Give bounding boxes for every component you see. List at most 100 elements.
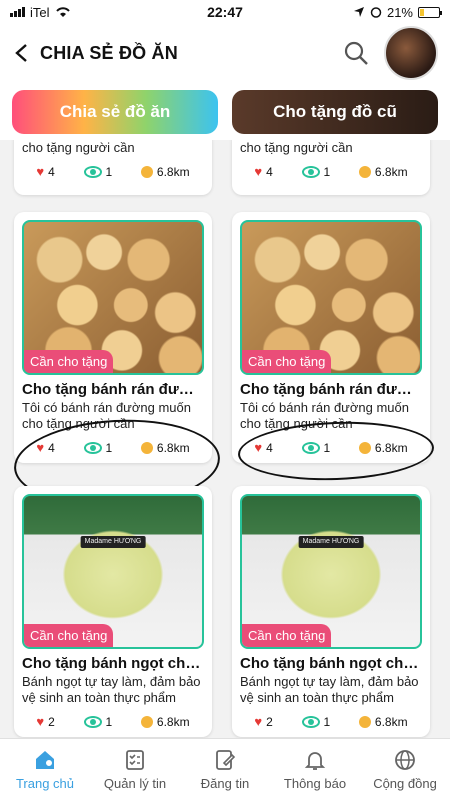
post-card[interactable]: Cần cho tặng Cho tặng bánh rán đường Tôi…: [14, 212, 212, 463]
post-card[interactable]: Cần cho tặng Cho tặng bánh rán đường Tôi…: [232, 212, 430, 463]
views-count: 1: [105, 440, 113, 455]
likes-stat: ♥ 4: [254, 164, 272, 179]
likes-stat[interactable]: ♥ 2: [254, 714, 272, 729]
nav-quan-ly-tin[interactable]: Quản lý tin: [90, 739, 180, 800]
post-feed[interactable]: cho tặng người cần ♥ 4 1 6.8km cho tặng n…: [0, 140, 450, 738]
distance-value: 6.8km: [156, 714, 190, 729]
views-stat: 1: [83, 440, 113, 455]
card-stats: ♥ 2 1 6.8km: [22, 714, 204, 729]
card-description: Bánh ngọt tự tay làm, đảm bảo vệ sinh an…: [240, 674, 419, 705]
clock-icon: [358, 715, 371, 728]
post-image: Madame HƯƠNG Cần cho tặng: [240, 494, 422, 649]
distance-stat: 6.8km: [358, 164, 408, 179]
views-count: 1: [323, 164, 331, 179]
clock: 22:47: [207, 4, 243, 20]
distance-value: 6.8km: [374, 714, 408, 729]
status-right: 21%: [353, 5, 442, 20]
status-badge: Cần cho tặng: [242, 350, 332, 373]
wifi-icon: [55, 7, 70, 17]
views-stat: 1: [83, 714, 113, 729]
distance-stat: 6.8km: [140, 441, 190, 455]
category-tabs: Chia sẻ đồ ăn Cho tặng đồ cũ: [0, 82, 450, 140]
card-stats: ♥ 4 1 6.8km: [22, 164, 204, 179]
post-card[interactable]: Madame HƯƠNG Cần cho tặng Cho tặng bánh …: [232, 486, 430, 737]
distance-stat: 6.8km: [358, 441, 408, 455]
checklist-icon: [126, 750, 144, 770]
card-description: cho tặng người cần: [22, 140, 135, 155]
globe-icon: [395, 750, 415, 770]
back-arrow-icon[interactable]: [12, 43, 32, 63]
status-bar: iTel 22:47 21%: [0, 0, 450, 24]
post-card-partial[interactable]: cho tặng người cần ♥ 4 1 6.8km: [14, 140, 212, 195]
cake-brand-label: Madame HƯƠNG: [298, 536, 364, 548]
edit-document-icon: [216, 750, 236, 770]
carrier-label: iTel: [30, 4, 50, 20]
eye-icon: [301, 165, 320, 178]
card-description: Tôi có bánh rán đường muốn cho tặng ngườ…: [22, 400, 191, 431]
nav-label: Trang chủ: [15, 776, 75, 791]
distance-value: 6.8km: [374, 164, 408, 179]
post-card-partial[interactable]: cho tặng người cần ♥ 4 1 6.8km: [232, 140, 430, 195]
views-stat: 1: [301, 440, 331, 455]
views-count: 1: [323, 714, 331, 729]
likes-count: 2: [266, 714, 273, 729]
location-arrow-icon: [353, 7, 364, 17]
eye-icon: [83, 165, 102, 178]
card-title: Cho tặng bánh rán đường: [240, 381, 422, 398]
status-badge: Cần cho tặng: [24, 350, 114, 373]
nav-label: Cộng đồng: [373, 776, 437, 791]
card-stats: ♥ 2 1 6.8km: [240, 714, 422, 729]
views-stat: 1: [301, 164, 331, 179]
likes-count: 4: [266, 164, 273, 179]
heart-icon: ♥: [36, 714, 45, 729]
views-count: 1: [323, 440, 331, 455]
likes-stat[interactable]: ♥ 2: [36, 714, 54, 729]
post-image: Madame HƯƠNG Cần cho tặng: [22, 494, 204, 649]
nav-label: Đăng tin: [200, 776, 250, 791]
card-description: Tôi có bánh rán đường muốn cho tặng ngườ…: [240, 400, 409, 431]
heart-icon: ♥: [254, 164, 263, 179]
bottom-nav: Trang chủ Quản lý tin Đăng tin Thông báo…: [0, 738, 450, 800]
likes-stat[interactable]: ♥ 4: [36, 440, 54, 455]
eye-icon: [83, 715, 102, 728]
eye-icon: [83, 441, 102, 454]
nav-label: Quản lý tin: [103, 776, 167, 791]
battery-icon: [418, 6, 442, 18]
search-icon[interactable]: [342, 39, 370, 67]
clock-icon: [140, 441, 153, 454]
nav-trang-chu[interactable]: Trang chủ: [0, 739, 90, 800]
nav-thong-bao[interactable]: Thông báo: [270, 739, 360, 800]
clock-icon: [358, 441, 371, 454]
clock-icon: [140, 715, 153, 728]
nav-cong-dong[interactable]: Cộng đồng: [360, 739, 450, 800]
page-title: CHIA SẺ ĐỒ ĂN: [40, 42, 178, 63]
heart-icon: ♥: [254, 440, 263, 455]
views-count: 1: [105, 714, 113, 729]
heart-icon: ♥: [254, 714, 263, 729]
tab-cho-tang-do-cu[interactable]: Cho tặng đồ cũ: [232, 90, 438, 134]
views-stat: 1: [83, 165, 112, 179]
clock-icon: [358, 165, 371, 178]
post-image: Cần cho tặng: [240, 220, 422, 375]
cake-brand-label: Madame HƯƠNG: [80, 536, 146, 548]
heart-icon: ♥: [36, 440, 45, 455]
likes-count: 2: [48, 714, 55, 729]
card-description: cho tặng người cần: [240, 140, 353, 155]
tab-chia-se-do-an[interactable]: Chia sẻ đồ ăn: [12, 90, 218, 134]
header: CHIA SẺ ĐỒ ĂN: [0, 24, 450, 82]
signal-icon: [10, 7, 25, 17]
distance-value: 6.8km: [156, 164, 190, 179]
bell-icon: [304, 752, 326, 770]
nav-label: Thông báo: [283, 776, 347, 791]
home-location-icon: [36, 751, 54, 769]
likes-stat: ♥ 4: [36, 164, 54, 179]
likes-stat[interactable]: ♥ 4: [254, 440, 272, 455]
status-badge: Cần cho tặng: [242, 624, 332, 647]
nav-dang-tin[interactable]: Đăng tin: [180, 739, 270, 800]
likes-count: 4: [266, 440, 273, 455]
heart-icon: ♥: [36, 164, 45, 179]
card-stats: ♥ 4 1 6.8km: [240, 164, 422, 179]
status-badge: Cần cho tặng: [24, 624, 114, 647]
post-card[interactable]: Madame HƯƠNG Cần cho tặng Cho tặng bánh …: [14, 486, 212, 737]
avatar[interactable]: [384, 26, 438, 80]
